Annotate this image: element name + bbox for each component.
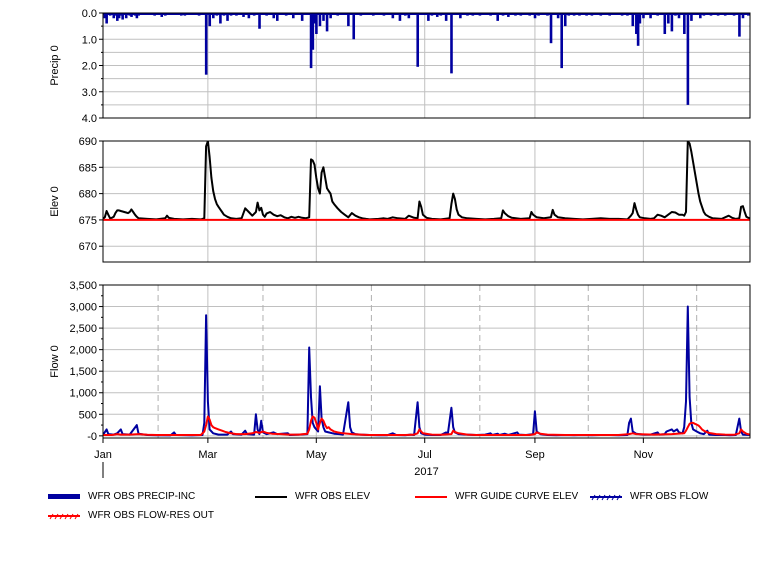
plot-frame xyxy=(102,284,751,439)
precip-bar xyxy=(258,13,261,29)
y-axis-label: Elev 0 xyxy=(49,186,61,217)
y-tick-label: 500 xyxy=(79,409,97,421)
x-tick-label: Mar xyxy=(198,449,217,461)
y-tick-label: 680 xyxy=(79,189,97,201)
series-group xyxy=(103,141,750,221)
y-tick-label: 3.0 xyxy=(82,87,97,99)
y-tick-label: 4.0 xyxy=(82,113,97,125)
legend-swatch xyxy=(590,494,622,500)
legend-item: WFR OBS ELEV xyxy=(255,491,370,502)
precip-bar xyxy=(670,13,674,32)
precip-bar xyxy=(686,13,690,105)
precip-bar xyxy=(549,13,553,44)
y-tick-label: 3,000 xyxy=(69,302,97,314)
precip-bar xyxy=(663,13,667,34)
series-line-wfr-obs-elev xyxy=(103,141,750,221)
plot-frame xyxy=(102,140,751,263)
y-tick-label: 1,500 xyxy=(69,366,97,378)
legend-swatch xyxy=(415,495,447,498)
legend-label: WFR OBS ELEV xyxy=(295,491,371,502)
series-line-wfr-obs-flow-res-out xyxy=(103,415,750,436)
precip-bar xyxy=(738,13,741,37)
precip-bar xyxy=(450,13,453,74)
precip-bar xyxy=(325,13,329,32)
y-tick-label: 670 xyxy=(79,241,97,253)
precip-bar xyxy=(352,13,356,40)
y-tick-label: 675 xyxy=(79,215,97,227)
x-tick-label: Jul xyxy=(418,449,432,461)
series-group xyxy=(103,13,750,105)
legend-label: WFR OBS FLOW-RES OUT xyxy=(88,510,214,521)
legend-swatch xyxy=(48,493,80,499)
x-tick-label: Sep xyxy=(525,449,545,461)
y-axis-label: Flow 0 xyxy=(49,345,61,377)
x-tick-label: Nov xyxy=(634,449,654,461)
precip-bar xyxy=(204,13,208,75)
legend-swatch xyxy=(255,495,287,498)
x-tick-label: May xyxy=(306,449,327,461)
legend-item: WFR GUIDE CURVE ELEV xyxy=(415,491,578,502)
precip-bar xyxy=(315,13,318,34)
precip-bar xyxy=(416,13,420,67)
y-tick-label: 0.0 xyxy=(82,8,97,20)
y-tick-label: 1,000 xyxy=(69,388,97,400)
y-tick-label: 1.0 xyxy=(82,34,97,46)
legend-swatch xyxy=(48,513,80,519)
legend-label: WFR OBS FLOW xyxy=(630,491,709,502)
y-tick-label: -0 xyxy=(87,431,97,443)
y-axis-label: Precip 0 xyxy=(49,45,61,85)
panel-1: 0.0 1.0 2.0 3.0 4.0 Precip 0 xyxy=(49,8,751,125)
year-label: 2017 xyxy=(414,466,438,478)
y-tick-label: 2,000 xyxy=(69,345,97,357)
precip-bar xyxy=(683,13,686,34)
legend-item: WFR OBS FLOW xyxy=(590,491,708,502)
legend-item: WFR OBS FLOW-RES OUT xyxy=(48,510,214,521)
x-tick-label: Jan xyxy=(94,449,112,461)
y-tick-label: 2.0 xyxy=(82,61,97,73)
y-tick-label: 2,500 xyxy=(69,323,97,335)
y-tick-label: 685 xyxy=(79,162,97,174)
legend-label: WFR GUIDE CURVE ELEV xyxy=(455,491,579,502)
y-tick-label: 3,500 xyxy=(69,280,97,292)
legend-item: WFR OBS PRECIP-INC xyxy=(48,491,195,502)
y-tick-label: 690 xyxy=(79,136,97,148)
panel-3: -0 500 1,000 1,500 2,000 2,500 3,000 3,500 Flow … xyxy=(49,280,751,443)
legend-label: WFR OBS PRECIP-INC xyxy=(88,491,196,502)
precip-bar xyxy=(560,13,563,69)
panel-2: 670 675 680 685 690 Elev 0 xyxy=(49,136,751,263)
